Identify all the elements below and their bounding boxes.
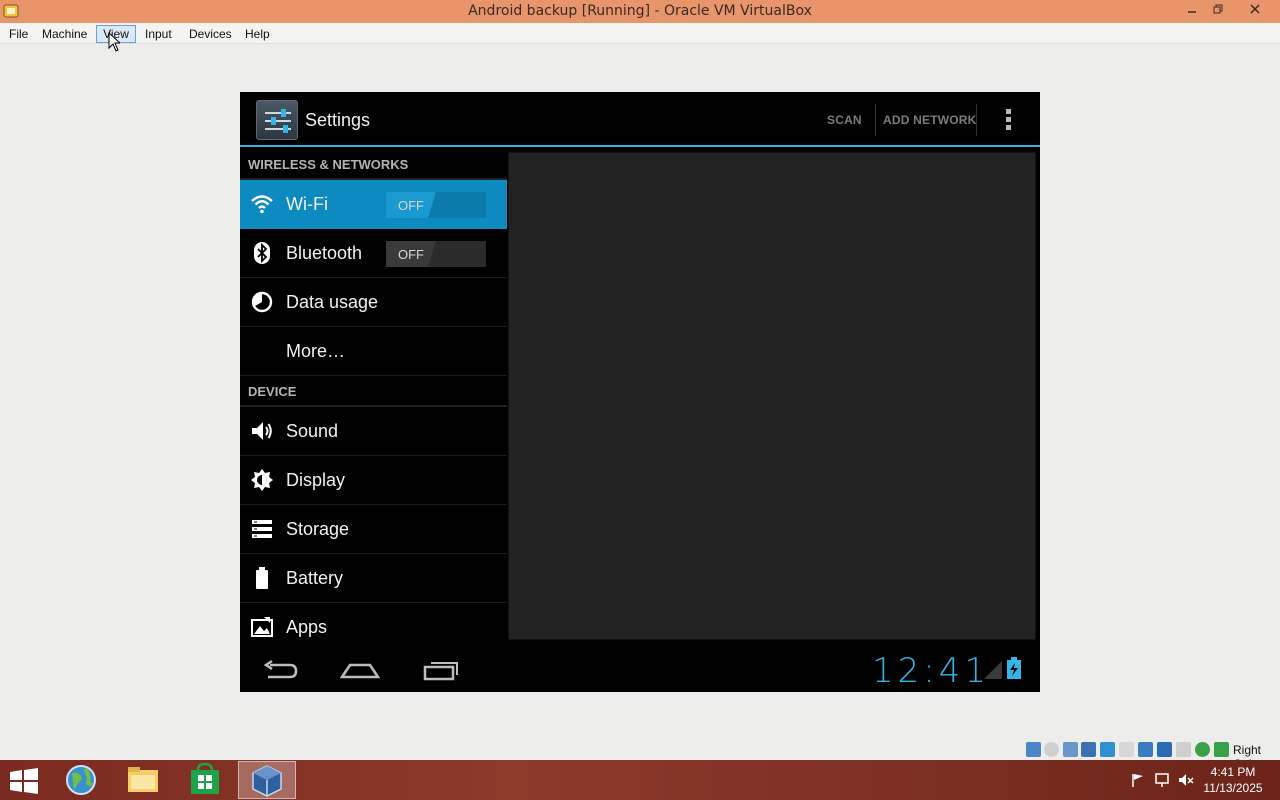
- home-icon[interactable]: [340, 657, 380, 683]
- battery-icon: [256, 567, 268, 589]
- toggle-state: OFF: [398, 247, 424, 262]
- network-icon[interactable]: [1154, 772, 1170, 788]
- taskbar-clock[interactable]: 4:41 PM 11/13/2025: [1198, 764, 1268, 796]
- settings-item-label: Battery: [286, 568, 344, 588]
- bluetooth-icon: [254, 242, 270, 264]
- taskbar-virtualbox[interactable]: [238, 761, 296, 799]
- network-icon[interactable]: [1081, 742, 1096, 757]
- minimize-button[interactable]: [1179, 0, 1205, 20]
- battery-charging-icon: [1007, 657, 1021, 679]
- settings-item-label: Wi-Fi: [286, 194, 328, 214]
- shared-folders-icon[interactable]: [1119, 742, 1134, 757]
- wifi-toggle[interactable]: OFF: [386, 192, 486, 218]
- settings-item-label: More…: [286, 341, 346, 361]
- menu-machine[interactable]: Machine: [41, 25, 88, 43]
- detail-pane: [508, 152, 1036, 640]
- taskbar-date: 11/13/2025: [1203, 781, 1263, 795]
- video-capture-icon[interactable]: [1157, 742, 1172, 757]
- close-icon: [1250, 4, 1260, 14]
- divider: [875, 104, 876, 136]
- menu-devices[interactable]: Devices: [188, 25, 233, 43]
- apps-icon: [251, 617, 273, 637]
- windows-start-icon[interactable]: [8, 768, 40, 794]
- action-bar: Settings SCAN ADD NETWORK: [240, 92, 1040, 147]
- settings-list[interactable]: WIRELESS & NETWORKS Wi-Fi OFF Bluetooth: [240, 149, 507, 649]
- overflow-menu-icon[interactable]: [1002, 108, 1014, 132]
- window-titlebar[interactable]: Android backup [Running] - Oracle VM Vir…: [0, 0, 1280, 23]
- speaker-icon: [252, 422, 272, 440]
- minimize-icon: [1188, 11, 1196, 13]
- menu-file[interactable]: File: [8, 25, 29, 43]
- usb-icon[interactable]: [1100, 742, 1115, 757]
- window-title: Android backup [Running] - Oracle VM Vir…: [468, 3, 812, 19]
- close-button[interactable]: [1238, 0, 1272, 20]
- audio-icon[interactable]: [1063, 742, 1078, 757]
- folder-icon: [128, 767, 158, 792]
- settings-app-icon[interactable]: [256, 100, 298, 140]
- scan-button[interactable]: SCAN: [827, 113, 862, 127]
- back-icon[interactable]: [260, 657, 300, 683]
- page-title: Settings: [305, 110, 371, 130]
- settings-item-label: Apps: [286, 617, 328, 637]
- settings-item-storage[interactable]: Storage: [240, 505, 507, 554]
- settings-item-label: Storage: [286, 519, 350, 539]
- taskbar-time: 4:41 PM: [1210, 765, 1256, 779]
- virtualbox-icon: [252, 765, 282, 797]
- section-header-wireless: WIRELESS & NETWORKS: [240, 149, 507, 180]
- restore-button[interactable]: [1205, 0, 1231, 20]
- settings-item-sound[interactable]: Sound: [240, 407, 507, 456]
- settings-item-label: Bluetooth: [286, 243, 363, 263]
- virtualization-icon[interactable]: [1195, 742, 1210, 757]
- signal-icon: [984, 661, 1002, 679]
- action-center-flag-icon[interactable]: [1130, 772, 1146, 788]
- settings-item-label: Display: [286, 470, 346, 490]
- sliders-icon: [265, 109, 291, 133]
- menu-help[interactable]: Help: [244, 25, 271, 43]
- settings-item-label: Sound: [286, 421, 339, 441]
- bluetooth-toggle[interactable]: OFF: [386, 241, 486, 267]
- brightness-icon: [251, 469, 273, 491]
- section-header-device: DEVICE: [240, 376, 507, 407]
- settings-item-apps[interactable]: Apps: [240, 603, 507, 649]
- menubar: File Machine View Input Devices Help: [0, 23, 1280, 44]
- settings-item-data-usage[interactable]: Data usage: [240, 278, 507, 327]
- hard-disk-icon[interactable]: [1026, 742, 1041, 757]
- settings-item-display[interactable]: Display: [240, 456, 507, 505]
- recent-apps-icon[interactable]: [421, 657, 461, 683]
- settings-item-more[interactable]: More…: [240, 327, 507, 376]
- mouse-integration-icon[interactable]: [1176, 742, 1191, 757]
- taskbar: [0, 760, 1280, 800]
- keyboard-capture-icon[interactable]: [1214, 742, 1229, 757]
- taskbar-file-explorer[interactable]: [114, 761, 172, 799]
- globe-icon: [66, 765, 96, 795]
- taskbar-store[interactable]: [176, 761, 234, 799]
- settings-item-label: Data usage: [286, 292, 379, 312]
- storage-icon: [252, 520, 272, 538]
- volume-muted-icon[interactable]: [1178, 772, 1194, 788]
- status-clock: 12:41: [872, 651, 990, 691]
- android-screen[interactable]: Settings SCAN ADD NETWORK WIRELESS & NET…: [240, 92, 1040, 692]
- add-network-button[interactable]: ADD NETWORK: [883, 113, 977, 127]
- store-icon: [191, 762, 219, 794]
- settings-item-bluetooth[interactable]: Bluetooth OFF: [240, 229, 507, 278]
- optical-drive-icon[interactable]: [1044, 742, 1059, 757]
- android-navigation-bar: 12:41: [240, 649, 1040, 692]
- settings-item-battery[interactable]: Battery: [240, 554, 507, 603]
- taskbar-browser[interactable]: [52, 761, 110, 799]
- mouse-cursor-icon: [108, 32, 120, 52]
- divider: [976, 104, 977, 136]
- menu-input[interactable]: Input: [144, 25, 173, 43]
- display-icon[interactable]: [1138, 742, 1153, 757]
- toggle-state: OFF: [398, 198, 424, 213]
- restore-icon: [1213, 4, 1223, 14]
- wifi-icon: [251, 195, 273, 214]
- data-usage-icon: [251, 291, 273, 313]
- settings-item-wifi[interactable]: Wi-Fi OFF: [240, 180, 507, 229]
